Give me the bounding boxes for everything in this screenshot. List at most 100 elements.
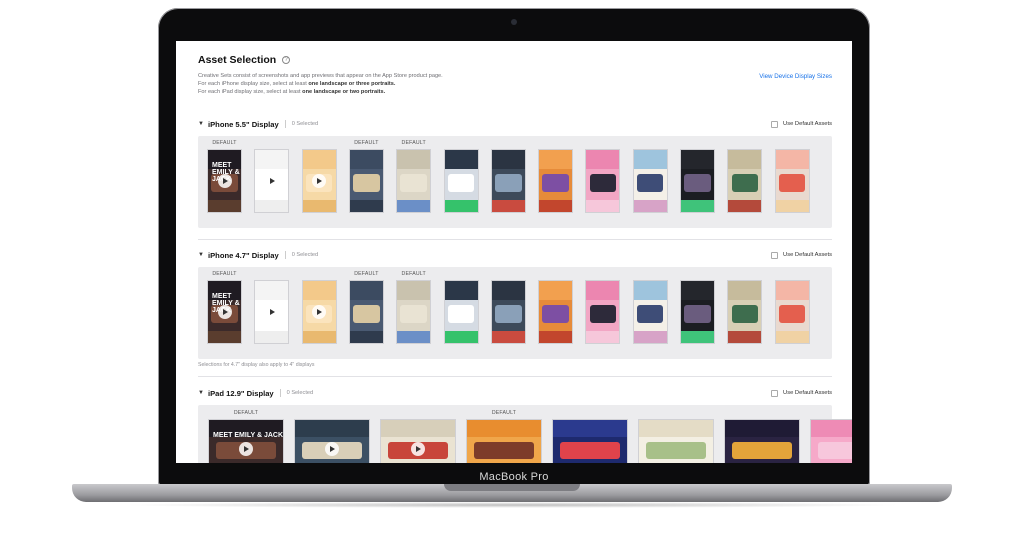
asset-image <box>443 149 479 213</box>
asset-image <box>552 419 628 463</box>
asset-thumbnail[interactable]: DEFAULT <box>348 271 384 344</box>
asset-thumbnail[interactable]: DEFAULT <box>466 410 542 463</box>
artwork-shape <box>444 150 478 169</box>
asset-thumbnail[interactable] <box>254 280 290 344</box>
section-title: iPhone 5.5" Display <box>208 119 279 129</box>
chevron-down-icon[interactable]: ▼ <box>198 390 208 396</box>
use-default-assets-option[interactable]: Use Default Assets <box>771 251 832 259</box>
asset-image <box>490 280 526 344</box>
play-icon[interactable] <box>411 442 425 456</box>
desc-line-1: Creative Sets consist of screenshots and… <box>198 73 443 79</box>
artwork-shape <box>349 330 383 343</box>
artwork-shape <box>255 281 289 300</box>
view-device-display-sizes-link[interactable]: View Device Display Sizes <box>759 73 832 80</box>
asset-thumbnail[interactable]: DEFAULT MEET EMILY & JACK <box>208 410 284 463</box>
play-icon[interactable] <box>312 305 327 319</box>
asset-image <box>466 419 542 463</box>
asset-thumbnail[interactable] <box>632 280 668 344</box>
asset-thumbnail[interactable] <box>585 280 621 344</box>
asset-thumbnail[interactable] <box>638 419 714 463</box>
laptop-shadow <box>120 502 904 508</box>
desc-line-2-text: For each iPhone display size, select at … <box>198 81 309 88</box>
asset-thumbnail[interactable] <box>301 149 337 213</box>
asset-thumbnail[interactable] <box>727 149 763 213</box>
asset-thumbnail[interactable]: DEFAULT MEET EMILY & JACK <box>207 271 242 344</box>
desc-line-3: For each iPad display size, select at le… <box>198 88 618 96</box>
use-default-assets-label: Use Default Assets <box>783 252 832 258</box>
artwork-shape <box>725 420 799 438</box>
asset-thumbnail[interactable] <box>724 419 800 463</box>
desc-line-3-bold: one landscape or two portraits. <box>302 89 386 96</box>
page-title-row: Asset Selection ? <box>198 54 291 66</box>
asset-thumbnail[interactable] <box>680 280 715 344</box>
chevron-down-icon[interactable]: ▼ <box>198 252 208 258</box>
artwork-shape <box>208 199 241 212</box>
play-icon[interactable] <box>217 305 232 319</box>
laptop-lid: Asset Selection ? Creative Sets consist … <box>158 8 870 486</box>
artwork-shape <box>349 199 383 212</box>
info-icon[interactable]: ? <box>282 56 291 64</box>
asset-thumbnail[interactable]: DEFAULT <box>396 271 432 344</box>
artwork-shape <box>775 330 809 343</box>
selected-count: 0 Selected <box>286 390 314 396</box>
asset-thumbnail[interactable] <box>680 149 715 213</box>
asset-thumbnail[interactable] <box>552 419 628 463</box>
asset-thumbnail[interactable] <box>380 419 456 463</box>
use-default-assets-checkbox[interactable] <box>771 120 779 128</box>
asset-thumbnail[interactable] <box>585 149 621 213</box>
section-divider <box>198 239 832 240</box>
play-icon[interactable] <box>217 174 232 188</box>
use-default-assets-label: Use Default Assets <box>783 390 832 396</box>
footnote: Selections for 4.7" display also apply t… <box>198 362 315 368</box>
artwork-shape <box>447 173 475 193</box>
artwork-shape <box>349 150 383 169</box>
asset-thumbnail[interactable] <box>490 149 526 213</box>
asset-thumbnail[interactable]: DEFAULT MEET EMILY & JACK <box>207 140 242 213</box>
asset-thumbnail[interactable] <box>774 280 810 344</box>
asset-thumbnail[interactable]: DEFAULT <box>396 140 432 213</box>
play-icon[interactable] <box>264 174 279 188</box>
use-default-assets-checkbox[interactable] <box>771 389 779 397</box>
default-badge: DEFAULT <box>212 140 237 146</box>
chevron-down-icon[interactable]: ▼ <box>198 121 208 127</box>
use-default-assets-option[interactable]: Use Default Assets <box>771 389 832 397</box>
asset-thumbnail[interactable] <box>490 280 526 344</box>
play-icon[interactable] <box>325 442 339 456</box>
artwork-shape <box>444 199 478 212</box>
play-icon[interactable] <box>312 174 327 188</box>
asset-thumbnail[interactable] <box>294 419 370 463</box>
play-icon[interactable] <box>239 442 253 456</box>
artwork-shape <box>775 199 809 212</box>
use-default-assets-option[interactable]: Use Default Assets <box>771 120 832 128</box>
asset-thumbnail[interactable] <box>443 149 479 213</box>
default-badge: DEFAULT <box>212 271 237 277</box>
play-icon[interactable] <box>264 305 279 319</box>
artwork-shape <box>542 304 569 324</box>
asset-thumbnail[interactable] <box>810 419 852 463</box>
laptop-notch <box>444 484 580 491</box>
artwork-shape <box>397 150 431 169</box>
asset-image <box>585 280 621 344</box>
use-default-assets-checkbox[interactable] <box>771 251 779 259</box>
artwork-shape <box>400 173 427 193</box>
artwork-shape <box>397 281 431 300</box>
asset-thumbnail[interactable]: DEFAULT <box>348 140 384 213</box>
asset-thumbnail[interactable] <box>538 280 574 344</box>
asset-image <box>724 419 800 463</box>
camera-icon <box>511 19 517 25</box>
asset-thumbnail[interactable] <box>443 280 479 344</box>
artwork-shape <box>553 420 627 438</box>
artwork-shape <box>491 150 525 169</box>
asset-thumbnail[interactable] <box>538 149 574 213</box>
asset-thumbnail[interactable] <box>727 280 763 344</box>
default-badge: DEFAULT <box>354 271 379 277</box>
section-divider <box>198 376 832 377</box>
asset-thumbnail[interactable] <box>301 280 337 344</box>
artwork-shape <box>633 330 667 343</box>
asset-image <box>254 280 290 344</box>
asset-thumbnail[interactable] <box>632 149 668 213</box>
asset-thumbnail[interactable] <box>774 149 810 213</box>
artwork-shape <box>208 330 241 343</box>
artwork-shape <box>728 281 762 300</box>
asset-thumbnail[interactable] <box>254 149 290 213</box>
